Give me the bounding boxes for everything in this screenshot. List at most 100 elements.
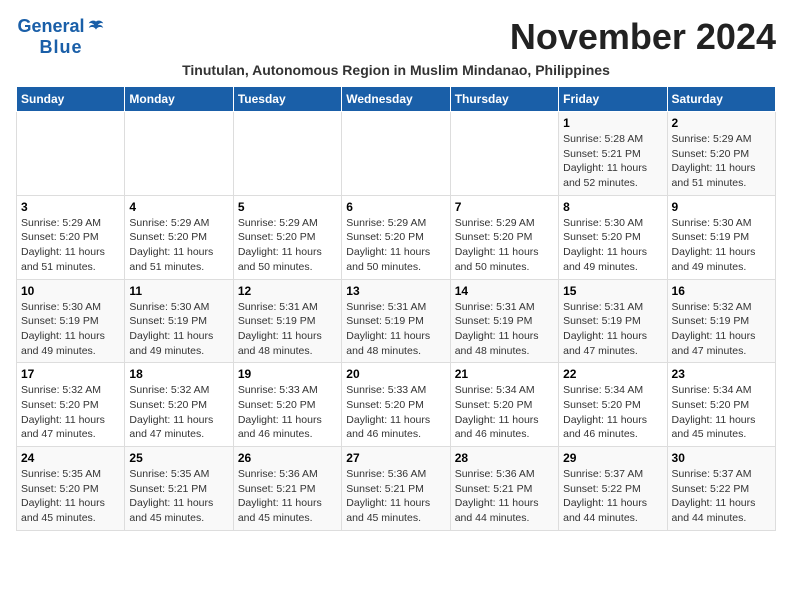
day-info: Sunrise: 5:29 AM Sunset: 5:20 PM Dayligh… [129,216,228,275]
day-info: Sunrise: 5:29 AM Sunset: 5:20 PM Dayligh… [238,216,337,275]
day-number: 15 [563,284,662,298]
day-number: 21 [455,367,554,381]
calendar-cell [125,112,233,196]
day-info: Sunrise: 5:34 AM Sunset: 5:20 PM Dayligh… [672,383,771,442]
calendar-cell: 30Sunrise: 5:37 AM Sunset: 5:22 PM Dayli… [667,447,775,531]
day-number: 10 [21,284,120,298]
calendar-cell: 12 Sunrise: 5:31 AM Sunset: 5:19 PM Dayli… [233,279,341,363]
day-info: Sunrise: 5:34 AM Sunset: 5:20 PM Dayligh… [563,383,662,442]
day-number: 29 [563,451,662,465]
day-info: Sunrise: 5:29 AM Sunset: 5:20 PM Dayligh… [455,216,554,275]
day-info: Sunrise: 5:37 AM Sunset: 5:22 PM Dayligh… [563,467,662,526]
day-number: 28 [455,451,554,465]
calendar-cell: 26 Sunrise: 5:36 AM Sunset: 5:21 PM Dayli… [233,447,341,531]
day-number: 23 [672,367,771,381]
day-info: Sunrise: 5:31 AM Sunset: 5:19 PM Dayligh… [563,300,662,359]
day-number: 14 [455,284,554,298]
calendar-cell [450,112,558,196]
calendar-cell: 5 Sunrise: 5:29 AM Sunset: 5:20 PM Daylig… [233,195,341,279]
calendar-cell: 10 Sunrise: 5:30 AM Sunset: 5:19 PM Dayli… [17,279,125,363]
day-info: Sunrise: 5:30 AM Sunset: 5:20 PM Dayligh… [563,216,662,275]
day-info: Sunrise: 5:32 AM Sunset: 5:19 PM Dayligh… [672,300,771,359]
day-number: 26 [238,451,337,465]
calendar-cell: 3 Sunrise: 5:29 AM Sunset: 5:20 PM Daylig… [17,195,125,279]
day-info: Sunrise: 5:32 AM Sunset: 5:20 PM Dayligh… [21,383,120,442]
day-number: 16 [672,284,771,298]
day-info: Sunrise: 5:29 AM Sunset: 5:20 PM Dayligh… [346,216,445,275]
calendar-cell: 14Sunrise: 5:31 AM Sunset: 5:19 PM Dayli… [450,279,558,363]
calendar-cell: 25 Sunrise: 5:35 AM Sunset: 5:21 PM Dayli… [125,447,233,531]
day-info: Sunrise: 5:29 AM Sunset: 5:20 PM Dayligh… [21,216,120,275]
day-number: 5 [238,200,337,214]
calendar-cell: 24Sunrise: 5:35 AM Sunset: 5:20 PM Dayli… [17,447,125,531]
calendar-cell: 22Sunrise: 5:34 AM Sunset: 5:20 PM Dayli… [559,363,667,447]
day-info: Sunrise: 5:30 AM Sunset: 5:19 PM Dayligh… [21,300,120,359]
day-number: 19 [238,367,337,381]
day-number: 11 [129,284,228,298]
logo-blue: Blue [39,37,82,58]
day-info: Sunrise: 5:31 AM Sunset: 5:19 PM Dayligh… [238,300,337,359]
day-info: Sunrise: 5:34 AM Sunset: 5:20 PM Dayligh… [455,383,554,442]
day-info: Sunrise: 5:36 AM Sunset: 5:21 PM Dayligh… [238,467,337,526]
calendar-cell: 4 Sunrise: 5:29 AM Sunset: 5:20 PM Daylig… [125,195,233,279]
day-info: Sunrise: 5:32 AM Sunset: 5:20 PM Dayligh… [129,383,228,442]
calendar-cell: 15 Sunrise: 5:31 AM Sunset: 5:19 PM Dayli… [559,279,667,363]
calendar-cell [17,112,125,196]
day-info: Sunrise: 5:36 AM Sunset: 5:21 PM Dayligh… [455,467,554,526]
day-number: 1 [563,116,662,130]
calendar-table: SundayMondayTuesdayWednesdayThursdayFrid… [16,86,776,531]
day-number: 4 [129,200,228,214]
weekday-header-monday: Monday [125,87,233,112]
calendar-week-row: 24Sunrise: 5:35 AM Sunset: 5:20 PM Dayli… [17,447,776,531]
weekday-header-row: SundayMondayTuesdayWednesdayThursdayFrid… [17,87,776,112]
day-info: Sunrise: 5:30 AM Sunset: 5:19 PM Dayligh… [129,300,228,359]
calendar-cell: 13Sunrise: 5:31 AM Sunset: 5:19 PM Dayli… [342,279,450,363]
day-info: Sunrise: 5:28 AM Sunset: 5:21 PM Dayligh… [563,132,662,191]
calendar-cell: 2Sunrise: 5:29 AM Sunset: 5:20 PM Daylig… [667,112,775,196]
calendar-cell [233,112,341,196]
day-number: 8 [563,200,662,214]
day-number: 13 [346,284,445,298]
day-number: 20 [346,367,445,381]
calendar-cell: 8 Sunrise: 5:30 AM Sunset: 5:20 PM Daylig… [559,195,667,279]
day-info: Sunrise: 5:36 AM Sunset: 5:21 PM Dayligh… [346,467,445,526]
day-number: 7 [455,200,554,214]
weekday-header-friday: Friday [559,87,667,112]
weekday-header-wednesday: Wednesday [342,87,450,112]
day-info: Sunrise: 5:35 AM Sunset: 5:21 PM Dayligh… [129,467,228,526]
day-number: 6 [346,200,445,214]
weekday-header-tuesday: Tuesday [233,87,341,112]
page-header: General Blue November 2024 [16,16,776,58]
day-info: Sunrise: 5:33 AM Sunset: 5:20 PM Dayligh… [346,383,445,442]
calendar-cell: 28 Sunrise: 5:36 AM Sunset: 5:21 PM Dayli… [450,447,558,531]
day-info: Sunrise: 5:29 AM Sunset: 5:20 PM Dayligh… [672,132,771,191]
calendar-cell: 9 Sunrise: 5:30 AM Sunset: 5:19 PM Daylig… [667,195,775,279]
day-number: 27 [346,451,445,465]
logo-general: General [17,16,84,37]
logo-bird-icon [87,18,105,36]
calendar-cell: 27 Sunrise: 5:36 AM Sunset: 5:21 PM Dayli… [342,447,450,531]
day-info: Sunrise: 5:30 AM Sunset: 5:19 PM Dayligh… [672,216,771,275]
weekday-header-sunday: Sunday [17,87,125,112]
calendar-cell: 23 Sunrise: 5:34 AM Sunset: 5:20 PM Dayli… [667,363,775,447]
day-number: 9 [672,200,771,214]
calendar-subtitle: Tinutulan, Autonomous Region in Muslim M… [16,62,776,78]
calendar-cell: 1 Sunrise: 5:28 AM Sunset: 5:21 PM Daylig… [559,112,667,196]
weekday-header-thursday: Thursday [450,87,558,112]
calendar-week-row: 1 Sunrise: 5:28 AM Sunset: 5:21 PM Daylig… [17,112,776,196]
calendar-cell: 6 Sunrise: 5:29 AM Sunset: 5:20 PM Daylig… [342,195,450,279]
day-number: 17 [21,367,120,381]
calendar-cell: 20 Sunrise: 5:33 AM Sunset: 5:20 PM Dayli… [342,363,450,447]
day-number: 18 [129,367,228,381]
calendar-cell: 7 Sunrise: 5:29 AM Sunset: 5:20 PM Daylig… [450,195,558,279]
day-info: Sunrise: 5:37 AM Sunset: 5:22 PM Dayligh… [672,467,771,526]
day-number: 3 [21,200,120,214]
calendar-week-row: 17 Sunrise: 5:32 AM Sunset: 5:20 PM Dayli… [17,363,776,447]
weekday-header-saturday: Saturday [667,87,775,112]
day-number: 25 [129,451,228,465]
calendar-cell: 29 Sunrise: 5:37 AM Sunset: 5:22 PM Dayli… [559,447,667,531]
calendar-cell: 21 Sunrise: 5:34 AM Sunset: 5:20 PM Dayli… [450,363,558,447]
calendar-cell: 17 Sunrise: 5:32 AM Sunset: 5:20 PM Dayli… [17,363,125,447]
day-info: Sunrise: 5:33 AM Sunset: 5:20 PM Dayligh… [238,383,337,442]
day-number: 12 [238,284,337,298]
